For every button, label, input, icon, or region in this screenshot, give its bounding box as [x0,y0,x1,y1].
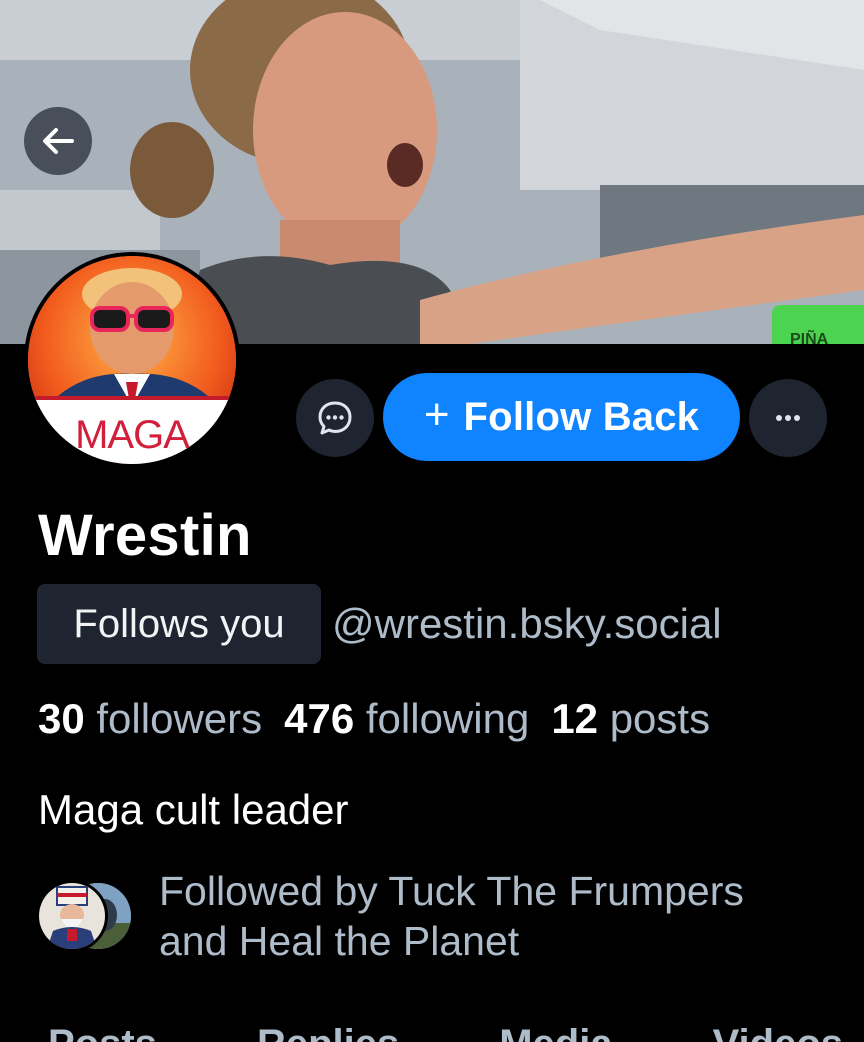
followers-label: followers [96,695,263,742]
arrow-left-icon [43,128,74,154]
followers-stat[interactable]: 30 followers [38,695,262,743]
chat-bubble-icon [318,401,352,435]
avatar-image: MAGA [28,256,236,464]
follow-back-button[interactable]: + Follow Back [383,373,740,461]
profile-avatar[interactable]: MAGA [24,252,240,468]
profile-handle[interactable]: @wrestin.bsky.social [332,600,722,648]
back-button[interactable] [24,107,92,175]
known-followers-avatars[interactable] [36,880,136,952]
tab-posts[interactable]: Posts [48,1022,157,1042]
profile-screen: PIÑA MAGA + Follow Back Wrestin Follows … [0,0,864,1042]
tab-media[interactable]: Media [499,1022,612,1042]
following-stat[interactable]: 476 following [284,695,529,743]
avatar-badge-text: MAGA [75,413,190,457]
followers-count: 30 [38,695,85,742]
following-label: following [365,695,530,742]
plus-icon: + [423,390,450,439]
tab-replies[interactable]: Replies [257,1022,399,1042]
posts-label: posts [609,695,711,742]
avatar-image [39,883,105,949]
known-follower-avatar [36,880,108,952]
follows-you-badge: Follows you [37,584,321,664]
profile-tabs: Posts Replies Media Videos [48,1022,864,1042]
profile-bio: Maga cult leader [38,786,349,833]
posts-stat: 12 posts [551,695,710,743]
message-button[interactable] [296,379,374,457]
followed-by-text[interactable]: Followed by Tuck The Frumpers and Heal t… [159,866,819,966]
profile-stats: 30 followers 476 following 12 posts [38,695,732,743]
tab-videos[interactable]: Videos [713,1022,843,1042]
follow-back-label: Follow Back [463,394,700,439]
more-options-button[interactable] [749,379,827,457]
following-count: 476 [284,695,355,742]
posts-count: 12 [551,695,599,742]
ellipsis-icon [776,415,800,421]
display-name: Wrestin [38,503,252,568]
banner-sign-text: PIÑA [790,328,829,344]
